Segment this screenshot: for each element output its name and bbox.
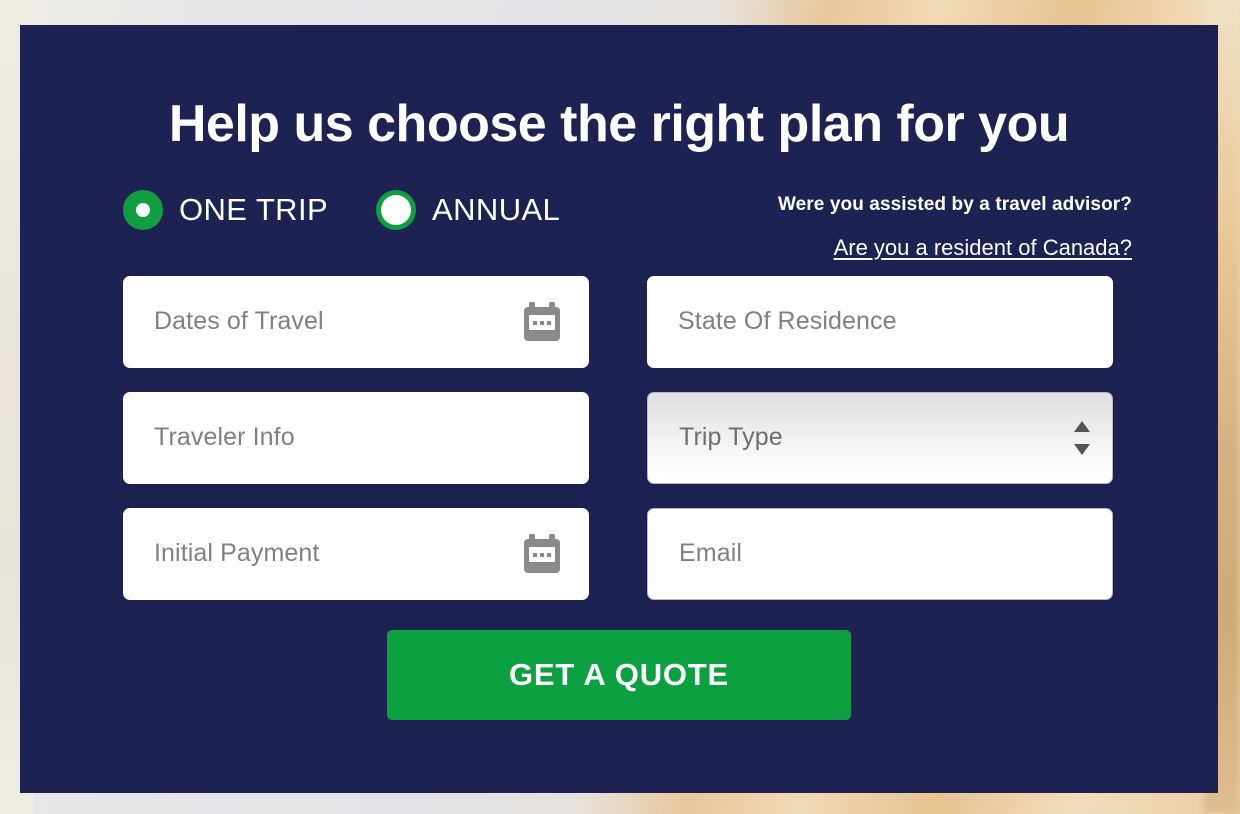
radio-label-annual: ANNUAL bbox=[432, 191, 561, 227]
field-trip-type[interactable]: Trip Type bbox=[647, 391, 1113, 484]
placeholder-traveler-info: Traveler Info bbox=[154, 423, 295, 452]
calendar-icon[interactable] bbox=[523, 301, 561, 342]
chevron-down-icon bbox=[1074, 443, 1090, 455]
advisor-block: Were you assisted by a travel advisor? A… bbox=[778, 188, 1132, 261]
advisor-question-label: Were you assisted by a travel advisor? bbox=[777, 193, 1132, 215]
chevron-up-icon bbox=[1074, 420, 1090, 432]
radio-unselected-icon[interactable] bbox=[376, 189, 417, 230]
placeholder-initial-payment: Initial Payment bbox=[154, 539, 320, 568]
cta-row: GET A QUOTE bbox=[20, 629, 1218, 720]
placeholder-trip-type: Trip Type bbox=[679, 423, 783, 452]
field-email[interactable]: Email bbox=[647, 507, 1113, 600]
field-state-of-residence[interactable]: State Of Residence bbox=[647, 275, 1113, 368]
radio-option-one-trip[interactable]: ONE TRIP bbox=[123, 189, 329, 230]
page-title: Help us choose the right plan for you bbox=[168, 95, 1070, 153]
updown-spinner-icon[interactable] bbox=[1074, 420, 1090, 455]
canada-resident-link[interactable]: Are you a resident of Canada? bbox=[834, 235, 1132, 261]
field-traveler-info[interactable]: Traveler Info bbox=[123, 391, 589, 484]
get-a-quote-button[interactable]: GET A QUOTE bbox=[387, 629, 851, 720]
page-root: Help us choose the right plan for you ON… bbox=[0, 0, 1240, 814]
plan-type-radio-group: ONE TRIP ANNUAL bbox=[123, 188, 560, 230]
radio-selected-icon[interactable] bbox=[123, 189, 163, 230]
quote-form-fields: Dates of Travel State Of Residence Trave… bbox=[20, 275, 1218, 600]
placeholder-state-of-residence: State Of Residence bbox=[678, 307, 897, 336]
placeholder-dates-of-travel: Dates of Travel bbox=[154, 307, 324, 336]
field-dates-of-travel[interactable]: Dates of Travel bbox=[123, 275, 589, 368]
radio-label-one-trip: ONE TRIP bbox=[179, 191, 329, 227]
options-row: ONE TRIP ANNUAL Were you assisted by a t… bbox=[20, 188, 1218, 260]
calendar-icon[interactable] bbox=[523, 533, 561, 574]
radio-option-annual[interactable]: ANNUAL bbox=[376, 189, 561, 230]
placeholder-email: Email bbox=[679, 539, 743, 568]
quote-form-panel: Help us choose the right plan for you ON… bbox=[20, 25, 1218, 793]
field-initial-payment[interactable]: Initial Payment bbox=[123, 507, 589, 600]
